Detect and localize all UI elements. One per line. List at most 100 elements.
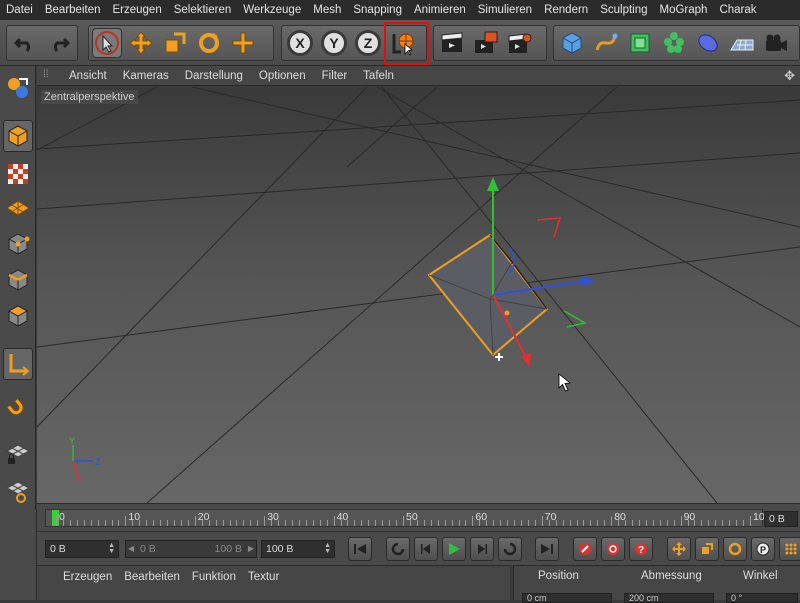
- menu-selektieren[interactable]: Selektieren: [168, 4, 238, 16]
- size-x-field[interactable]: 200 cm: [624, 593, 714, 603]
- mograph-cloner-button[interactable]: [659, 28, 689, 58]
- viewport-menu-kameras[interactable]: Kameras: [115, 70, 177, 82]
- scale-tool-button[interactable]: [160, 28, 190, 58]
- viewport-menu-optionen[interactable]: Optionen: [251, 70, 314, 82]
- deformer-button[interactable]: [693, 28, 723, 58]
- z-axis-lock-button[interactable]: Z: [353, 28, 383, 58]
- 3d-viewport[interactable]: Zentralperspektive Y Z X: [37, 87, 800, 503]
- next-frame-button[interactable]: [470, 537, 494, 561]
- keyframe-selection-button[interactable]: ?: [629, 537, 653, 561]
- viewport-menu-ansicht[interactable]: Ansicht: [61, 70, 115, 82]
- world-coordinate-icon: [392, 33, 414, 56]
- menu-datei[interactable]: Datei: [0, 4, 39, 16]
- timeline-tick: [576, 520, 578, 526]
- polygons-mode-button[interactable]: [3, 300, 33, 332]
- start-frame-field[interactable]: 0 B ▲ ▼: [45, 540, 119, 558]
- menu-rendern[interactable]: Rendern: [538, 4, 594, 16]
- range-right-arrow-icon[interactable]: ▶: [248, 541, 254, 557]
- move-tool-button[interactable]: [126, 28, 156, 58]
- workplane-mode-button[interactable]: [3, 192, 33, 224]
- key-position-button[interactable]: [667, 537, 691, 561]
- floor-button[interactable]: [727, 28, 757, 58]
- edges-mode-button[interactable]: [3, 264, 33, 296]
- menu-animieren[interactable]: Animieren: [408, 4, 472, 16]
- viewport-menu-tafeln[interactable]: Tafeln: [355, 70, 402, 82]
- range-slider[interactable]: ◀ 0 B 100 B ▶: [125, 540, 257, 558]
- record-key-button[interactable]: [573, 537, 597, 561]
- timeline-tick: [423, 520, 425, 526]
- points-mode-button[interactable]: [3, 228, 33, 260]
- render-view-button[interactable]: [437, 28, 467, 58]
- timeline-tick: [465, 520, 467, 526]
- panel-grip-icon: ⁞⁞: [43, 68, 49, 80]
- timeline-tick: [319, 520, 321, 526]
- menu-snapping[interactable]: Snapping: [347, 4, 408, 16]
- axis-mode-button[interactable]: [3, 348, 33, 380]
- redo-button[interactable]: [44, 28, 74, 58]
- camera-button[interactable]: [761, 28, 791, 58]
- x-axis-lock-button[interactable]: X: [285, 28, 315, 58]
- y-axis-lock-button[interactable]: Y: [319, 28, 349, 58]
- live-selection-button[interactable]: [228, 28, 258, 58]
- next-key-button[interactable]: [498, 537, 522, 561]
- timeline-frame-display: 0 B: [764, 511, 798, 527]
- axis-label-x: X: [75, 473, 82, 483]
- key-rotation-button[interactable]: [723, 537, 747, 561]
- timeline-ruler[interactable]: 0 10 20 30 40 50 60 70 80 90 100: [45, 509, 771, 527]
- menu-erzeugen[interactable]: Erzeugen: [106, 4, 167, 16]
- viewport-navigation-icons[interactable]: ✥: [784, 68, 798, 84]
- viewport-menu-darstellung[interactable]: Darstellung: [177, 70, 251, 82]
- spline-button[interactable]: [591, 28, 621, 58]
- menu-bearbeiten[interactable]: Bearbeiten: [39, 4, 107, 16]
- rotation-h-field[interactable]: 0 °: [726, 593, 798, 603]
- subdivision-button[interactable]: [625, 28, 655, 58]
- coordinate-system-button[interactable]: [387, 28, 417, 58]
- material-menu-erzeugen[interactable]: Erzeugen: [57, 571, 118, 583]
- menu-mesh[interactable]: Mesh: [307, 4, 347, 16]
- model-mode-button[interactable]: [3, 120, 33, 152]
- timeline-tick: [56, 516, 57, 526]
- subdivision-cube-icon: [630, 33, 650, 53]
- mode-convert-button[interactable]: [3, 72, 33, 104]
- material-menu-textur[interactable]: Textur: [242, 571, 285, 583]
- previous-frame-button[interactable]: [414, 537, 438, 561]
- texture-mode-button[interactable]: [3, 158, 33, 190]
- undo-button[interactable]: [10, 28, 40, 58]
- render-settings-button[interactable]: [505, 28, 535, 58]
- timeline-tick: [680, 516, 682, 526]
- previous-key-button[interactable]: [386, 537, 410, 561]
- end-frame-field[interactable]: 100 B ▲ ▼: [261, 540, 335, 558]
- viewport-menu-filter[interactable]: Filter: [314, 70, 356, 82]
- menu-werkzeuge[interactable]: Werkzeuge: [237, 4, 307, 16]
- selection-tool-button[interactable]: [92, 28, 122, 58]
- dot-grid-icon: [785, 543, 797, 555]
- key-parameter-button[interactable]: P: [751, 537, 775, 561]
- render-picture-viewer-button[interactable]: [471, 28, 501, 58]
- go-to-start-button[interactable]: [348, 537, 372, 561]
- auto-key-button[interactable]: [601, 537, 625, 561]
- key-pla-button[interactable]: [779, 537, 800, 561]
- material-menu-bearbeiten[interactable]: Bearbeiten: [118, 571, 186, 583]
- play-button[interactable]: [442, 537, 466, 561]
- cube-object-button[interactable]: [557, 28, 587, 58]
- menu-sculpting[interactable]: Sculpting: [594, 4, 653, 16]
- key-scale-button[interactable]: [695, 537, 719, 561]
- rotate-tool-button[interactable]: [194, 28, 224, 58]
- workplane-lock-button[interactable]: [3, 438, 33, 470]
- coordinate-manager: Position Abmessung Winkel 0 cm 200 cm 0 …: [513, 565, 800, 603]
- timeline-tick: [236, 520, 238, 526]
- timeline-tick: [382, 520, 384, 526]
- stepper-arrows-icon[interactable]: ▲ ▼: [108, 542, 115, 555]
- snapping-button[interactable]: [3, 394, 33, 426]
- menu-simulieren[interactable]: Simulieren: [472, 4, 538, 16]
- position-x-field[interactable]: 0 cm: [522, 593, 612, 603]
- workplane-rotate-button[interactable]: [3, 476, 33, 508]
- menu-mograph[interactable]: MoGraph: [654, 4, 714, 16]
- material-menu-funktion[interactable]: Funktion: [186, 571, 242, 583]
- menu-charakter[interactable]: Charak: [713, 4, 762, 16]
- go-to-end-button[interactable]: [535, 537, 559, 561]
- stepper-arrows-icon[interactable]: ▲ ▼: [324, 542, 331, 555]
- range-left-arrow-icon[interactable]: ◀: [128, 541, 134, 557]
- timeline-tick: [264, 516, 266, 526]
- timeline-tick: [97, 520, 99, 526]
